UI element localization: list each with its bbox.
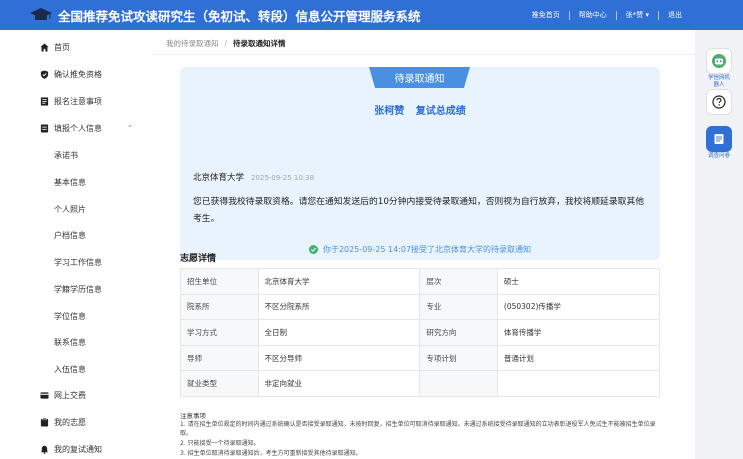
survey-float-button[interactable]: 调查问卷 xyxy=(706,126,732,160)
detail-key: 招生单位 xyxy=(180,268,259,295)
notice-ribbon: 待录取通知 xyxy=(369,67,470,88)
sidebar-label: 填报个人信息 xyxy=(54,123,102,133)
sidebar-subitem-pledge[interactable]: 承诺书 xyxy=(54,150,78,161)
detail-value: 非定向就业 xyxy=(257,370,421,397)
chevron-up-icon: ⌃ xyxy=(127,124,133,132)
assistant-label: 学信网机器人 xyxy=(707,75,730,88)
sidebar-label: 首页 xyxy=(54,42,70,52)
detail-key: 研究方向 xyxy=(419,319,498,346)
system-title: 全国推荐免试攻读研究生（免初试、转段）信息公开管理服务系统 xyxy=(58,8,421,24)
main-content: 我的待录取通知 / 待录取通知详情 待录取通知 张柯赞 复试总成绩 北京体育大学… xyxy=(152,30,695,459)
check-circle-icon xyxy=(308,245,318,254)
payment-icon xyxy=(40,391,49,400)
sidebar-item-confirm[interactable]: 确认推免资格 xyxy=(0,61,152,87)
details-title: 志愿详情 xyxy=(180,254,217,264)
accepted-text: 你于2025-09-25 14:07接受了北京体育大学的待录取通知 xyxy=(322,245,532,254)
survey-icon xyxy=(706,126,732,152)
detail-key: 专业 xyxy=(419,293,498,321)
detail-value: 硕士 xyxy=(496,268,661,295)
detail-value xyxy=(496,370,661,397)
breadcrumb-separator: / xyxy=(224,39,228,48)
detail-key xyxy=(419,370,498,397)
note-item: 1. 请在招生单位规定的时间内通过系统确认是否接受录取通知，未按时回复，招生单位… xyxy=(180,421,656,437)
question-mark-icon xyxy=(706,89,732,115)
table-row: 招生单位 北京体育大学 层次 硕士 xyxy=(180,268,661,295)
document-icon xyxy=(40,96,49,106)
bell-icon xyxy=(40,445,49,454)
detail-key: 就业类型 xyxy=(180,370,259,397)
sidebar-label: 网上交费 xyxy=(54,390,86,400)
breadcrumb-parent-link[interactable]: 我的待录取通知 xyxy=(166,38,219,49)
top-nav: 推免首页 帮助中心 张*赞 ▾ 退出 xyxy=(523,0,691,30)
logout-link[interactable]: 退出 xyxy=(659,10,691,20)
sidebar-subitem-study-work[interactable]: 学习工作信息 xyxy=(54,257,102,268)
sidebar-subitem-basic[interactable]: 基本信息 xyxy=(54,177,86,188)
form-icon xyxy=(40,123,49,133)
university-name: 北京体育大学 xyxy=(193,173,245,183)
note-item: 3. 招生单位取消待录取通知后，考生方可重新接受其他待录取通知。 xyxy=(180,450,362,457)
sidebar-label: 我的志愿 xyxy=(54,417,86,427)
accepted-status: 你于2025-09-25 14:07接受了北京体育大学的待录取通知 xyxy=(180,244,660,255)
robot-icon xyxy=(706,48,732,74)
sidebar-subitem-degree[interactable]: 学位信息 xyxy=(54,311,86,322)
detail-value: 不区分院系所 xyxy=(257,293,421,321)
sidebar-subitem-contact[interactable]: 联系信息 xyxy=(54,337,86,348)
sidebar-label: 我的复试通知 xyxy=(54,444,102,454)
sidebar-item-retest[interactable]: 我的复试通知 xyxy=(0,436,152,459)
student-name: 张柯赞 xyxy=(374,106,405,117)
assistant-float-button[interactable]: 学信网机器人 xyxy=(706,48,732,89)
survey-label: 调查问卷 xyxy=(707,153,730,159)
table-row: 学习方式 全日制 研究方向 体育传播学 xyxy=(180,319,661,346)
details-table: 招生单位 北京体育大学 层次 硕士 院系所 不区分院系所 专业 (050302)传播学 学习方式… xyxy=(180,268,661,397)
retest-score-label[interactable]: 复试总成绩 xyxy=(416,106,466,117)
detail-key: 院系所 xyxy=(180,293,259,321)
sidebar-label: 报名注意事项 xyxy=(54,96,102,106)
detail-value: 体育传播学 xyxy=(496,319,661,346)
nav-help-link[interactable]: 帮助中心 xyxy=(570,10,616,20)
sidebar-subitem-education[interactable]: 学籍学历信息 xyxy=(54,284,102,295)
table-row: 就业类型 非定向就业 xyxy=(180,370,661,397)
notice-sender: 北京体育大学 2025-09-25 10:38 xyxy=(193,171,314,183)
detail-value: (050302)传播学 xyxy=(496,293,661,321)
detail-key: 专项计划 xyxy=(419,344,498,372)
user-menu[interactable]: 张*赞 ▾ xyxy=(617,10,658,20)
detail-value: 全日制 xyxy=(257,319,421,346)
sidebar: 首页 确认推免资格 报名注意事项 填报个人信息 ⌃ 承诺书 基本信息 个人照片 … xyxy=(0,30,152,459)
detail-value: 北京体育大学 xyxy=(257,268,421,295)
sidebar-subitem-household[interactable]: 户档信息 xyxy=(54,230,86,241)
sidebar-subitem-military[interactable]: 入伍信息 xyxy=(54,364,86,375)
sidebar-item-home[interactable]: 首页 xyxy=(0,34,152,60)
breadcrumb-current: 待录取通知详情 xyxy=(233,39,286,48)
sidebar-item-notice[interactable]: 报名注意事项 xyxy=(0,88,152,114)
breadcrumb-divider xyxy=(152,54,695,55)
detail-key: 导师 xyxy=(180,344,259,372)
shield-icon xyxy=(40,69,49,79)
note-item: 2. 只能接受一个待录取通知。 xyxy=(180,440,260,447)
detail-value: 普通计划 xyxy=(496,344,661,372)
admission-notice-card: 待录取通知 张柯赞 复试总成绩 北京体育大学 2025-09-25 10:38 … xyxy=(180,67,660,260)
graduation-cap-icon xyxy=(28,0,54,30)
breadcrumb: 我的待录取通知 / 待录取通知详情 xyxy=(166,38,286,49)
notice-timestamp: 2025-09-25 10:38 xyxy=(251,174,315,182)
home-icon xyxy=(40,42,49,52)
help-float-button[interactable] xyxy=(706,89,732,115)
table-row: 院系所 不区分院系所 专业 (050302)传播学 xyxy=(180,293,661,321)
detail-key: 层次 xyxy=(419,268,498,295)
detail-value: 不区分导师 xyxy=(257,344,421,372)
detail-key: 学习方式 xyxy=(180,319,259,346)
sidebar-item-payment[interactable]: 网上交费 xyxy=(0,382,152,408)
sidebar-label: 确认推免资格 xyxy=(54,69,102,79)
sidebar-subitem-photo[interactable]: 个人照片 xyxy=(54,204,86,215)
sidebar-item-fill-info[interactable]: 填报个人信息 ⌃ xyxy=(0,115,152,141)
notes-title: 注意事项 xyxy=(180,412,206,420)
notice-names: 张柯赞 复试总成绩 xyxy=(180,102,660,117)
table-row: 导师 不区分导师 专项计划 普通计划 xyxy=(180,344,661,372)
nav-home-link[interactable]: 推免首页 xyxy=(523,10,569,20)
sidebar-item-wishes[interactable]: 我的志愿 xyxy=(0,409,152,435)
clipboard-icon xyxy=(40,417,49,427)
top-bar: 全国推荐免试攻读研究生（免初试、转段）信息公开管理服务系统 推免首页 帮助中心 … xyxy=(0,0,743,30)
notice-message: 您已获得我校待录取资格。请您在通知发送后的10分钟内接受待录取通知，否则视为自行… xyxy=(193,197,645,224)
